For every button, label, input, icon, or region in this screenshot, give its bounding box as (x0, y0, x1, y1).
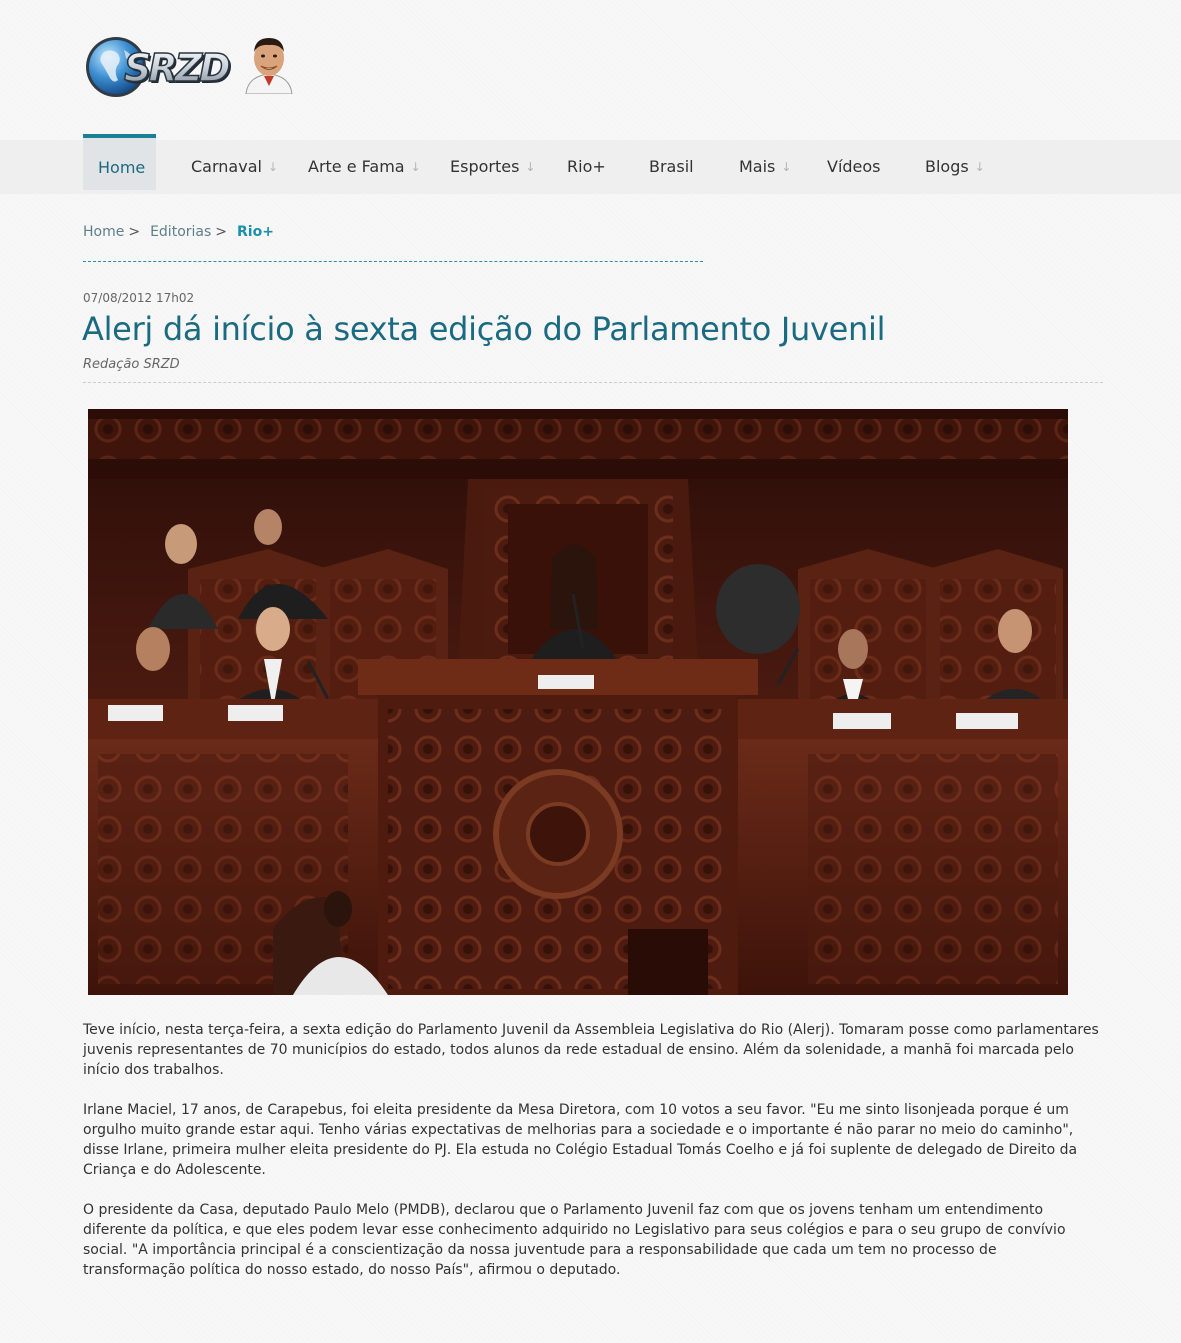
arrow-down-icon: ↓ (781, 160, 792, 174)
breadcrumb-divider (83, 261, 703, 262)
nav-label: Blogs (925, 157, 969, 176)
breadcrumb-link-home[interactable]: Home (83, 224, 124, 240)
arrow-down-icon: ↓ (267, 160, 278, 174)
nav-item-videos[interactable]: Vídeos (827, 140, 881, 194)
nav-label: Rio+ (567, 157, 606, 176)
nav-item-arte-e-fama[interactable]: Arte e Fama ↓ (308, 140, 421, 194)
breadcrumb-separator: > (215, 224, 228, 240)
main-nav: Home Carnaval ↓ Arte e Fama ↓ Esportes ↓ Ri… (0, 134, 1181, 194)
article-date: 07/08/2012 17h02 (83, 291, 195, 305)
nav-label: Brasil (649, 157, 694, 176)
arrow-down-icon: ↓ (974, 160, 985, 174)
nav-item-mais[interactable]: Mais ↓ (739, 140, 791, 194)
nav-item-blogs[interactable]: Blogs ↓ (925, 140, 985, 194)
article-author: Redação SRZD (83, 357, 180, 372)
nav-item-rio-plus[interactable]: Rio+ (567, 140, 606, 194)
nav-label: Mais (739, 157, 776, 176)
nav-item-carnaval[interactable]: Carnaval ↓ (191, 140, 278, 194)
article-paragraph: Teve início, nesta terça-feira, a sexta … (83, 1022, 1099, 1078)
author-avatar (245, 38, 293, 94)
nav-label: Esportes (450, 157, 520, 176)
nav-label: Vídeos (827, 157, 881, 176)
nav-label: Arte e Fama (308, 157, 405, 176)
breadcrumb-current[interactable]: Rio+ (237, 224, 274, 240)
nav-item-home[interactable]: Home (83, 134, 156, 190)
arrow-down-icon: ↓ (525, 160, 536, 174)
breadcrumb-separator: > (128, 224, 141, 240)
article-paragraph: Irlane Maciel, 17 anos, de Carapebus, fo… (83, 1102, 1078, 1178)
article-title: Alerj dá início à sexta edição do Parlam… (82, 310, 886, 348)
nav-label: Home (98, 158, 146, 177)
article-photo (88, 409, 1068, 995)
nav-item-brasil[interactable]: Brasil (649, 140, 694, 194)
breadcrumb: Home > Editorias > Rio+ (83, 224, 278, 240)
article-body: Teve início, nesta terça-feira, a sexta … (83, 1020, 1103, 1300)
site-header: SRZD SRZD (0, 0, 1181, 138)
nav-label: Carnaval (191, 157, 262, 176)
title-divider (83, 382, 1103, 383)
arrow-down-icon: ↓ (410, 160, 421, 174)
breadcrumb-link-editorias[interactable]: Editorias (150, 224, 211, 240)
article-paragraph: O presidente da Casa, deputado Paulo Mel… (83, 1202, 1066, 1278)
nav-item-esportes[interactable]: Esportes ↓ (450, 140, 535, 194)
srzd-logo[interactable]: SRZD SRZD (84, 32, 234, 102)
svg-text:SRZD: SRZD (124, 46, 229, 90)
